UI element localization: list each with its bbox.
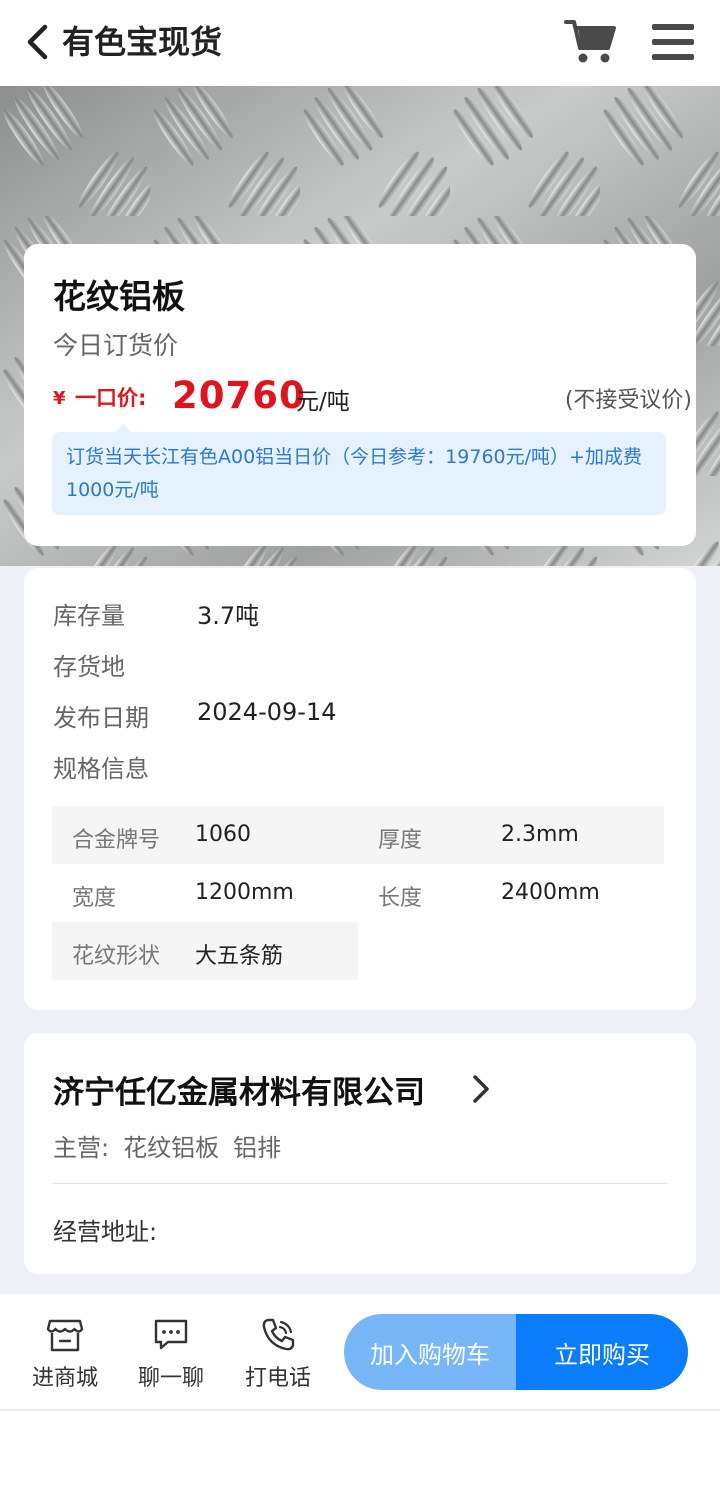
top-nav-bar: 有色宝现货 — [0, 0, 720, 86]
info-value: 2024-09-14 — [197, 698, 337, 726]
spec-cell: 宽度 1200mm — [52, 864, 358, 922]
company-main-business: 主营: 花纹铝板 铝排 — [53, 1128, 295, 1163]
spec-cell: 花纹形状 大五条筋 — [52, 922, 358, 980]
pricing-notice-text: 订货当天长江有色A00铝当日价（今日参考：19760元/吨）+加成费1000元/… — [66, 446, 642, 501]
spec-value: 2400mm — [501, 880, 600, 905]
spec-key: 厚度 — [378, 828, 423, 853]
store-button[interactable]: 进商城 — [20, 1316, 110, 1396]
spec-value: 1060 — [195, 822, 251, 847]
chat-label: 聊一聊 — [137, 1366, 204, 1391]
store-label: 进商城 — [31, 1366, 98, 1391]
bottom-action-bar: 进商城 聊一聊 打电话 加入购物车 立即购买 — [0, 1294, 720, 1410]
phone-icon — [262, 1318, 295, 1351]
price-row: ¥ 一口价: 20760 元/吨 (不接受议价) — [53, 374, 692, 418]
cart-icon — [564, 20, 616, 63]
price-subtitle: 今日订货价 — [53, 331, 179, 360]
buy-now-button[interactable]: 立即购买 — [516, 1314, 688, 1390]
back-button[interactable] — [22, 22, 54, 62]
main-business-item: 花纹铝板 — [123, 1134, 220, 1162]
currency-symbol: ¥ — [53, 388, 66, 409]
price-card: 花纹铝板 今日订货价 ¥ 一口价: 20760 元/吨 (不接受议价) 订货当天… — [24, 244, 696, 546]
company-link-arrow[interactable] — [469, 1073, 493, 1105]
spec-value: 1200mm — [195, 880, 294, 905]
product-info-card: 库存量 3.7吨 存货地 发布日期 2024-09-14 规格信息 合金牌号 1… — [24, 568, 696, 1010]
spec-value: 大五条筋 — [195, 944, 284, 969]
chat-button[interactable]: 聊一聊 — [126, 1316, 216, 1396]
spec-cell: 长度 2400mm — [358, 864, 664, 922]
spec-value: 2.3mm — [501, 822, 579, 847]
cart-button[interactable] — [564, 18, 616, 66]
chevron-left-icon — [27, 24, 48, 60]
price-value: 20760 — [172, 374, 306, 417]
price-label: 一口价: — [75, 386, 147, 410]
product-name: 花纹铝板 — [53, 277, 185, 316]
call-label: 打电话 — [244, 1366, 311, 1391]
company-name[interactable]: 济宁任亿金属材料有限公司 — [53, 1067, 425, 1112]
main-business-item: 铝排 — [233, 1134, 282, 1162]
spec-key: 宽度 — [72, 886, 117, 911]
spec-cell: 合金牌号 1060 — [52, 806, 358, 864]
info-label: 存货地 — [53, 653, 125, 681]
info-label: 库存量 — [53, 602, 125, 630]
spec-key: 长度 — [378, 886, 423, 911]
no-negotiation-note: (不接受议价) — [564, 388, 692, 413]
spec-key: 合金牌号 — [72, 828, 161, 853]
spec-key: 花纹形状 — [72, 944, 161, 969]
company-card[interactable]: 济宁任亿金属材料有限公司 主营: 花纹铝板 铝排 经营地址: — [24, 1033, 696, 1274]
info-value: 3.7吨 — [197, 602, 260, 630]
menu-button[interactable] — [650, 22, 696, 62]
store-icon — [46, 1319, 84, 1352]
info-label: 发布日期 — [53, 704, 149, 732]
divider — [53, 1183, 667, 1184]
notice-pointer — [114, 424, 132, 433]
spec-cell: 厚度 2.3mm — [358, 806, 664, 864]
call-button[interactable]: 打电话 — [233, 1316, 323, 1396]
bottom-safe-area — [0, 1411, 720, 1491]
page-title: 有色宝现货 — [62, 23, 223, 61]
chat-icon — [154, 1319, 188, 1350]
price-unit: 元/吨 — [296, 389, 350, 415]
company-address-label: 经营地址: — [53, 1218, 158, 1246]
main-business-label: 主营: — [53, 1134, 110, 1162]
spec-table: 合金牌号 1060 厚度 2.3mm 宽度 1200mm 长度 2400mm 花… — [52, 806, 664, 980]
add-to-cart-button[interactable]: 加入购物车 — [344, 1314, 516, 1390]
hamburger-menu-icon — [652, 24, 694, 60]
chevron-right-icon — [473, 1075, 489, 1103]
pricing-notice: 订货当天长江有色A00铝当日价（今日参考：19760元/吨）+加成费1000元/… — [52, 424, 666, 515]
info-label: 规格信息 — [53, 755, 149, 783]
